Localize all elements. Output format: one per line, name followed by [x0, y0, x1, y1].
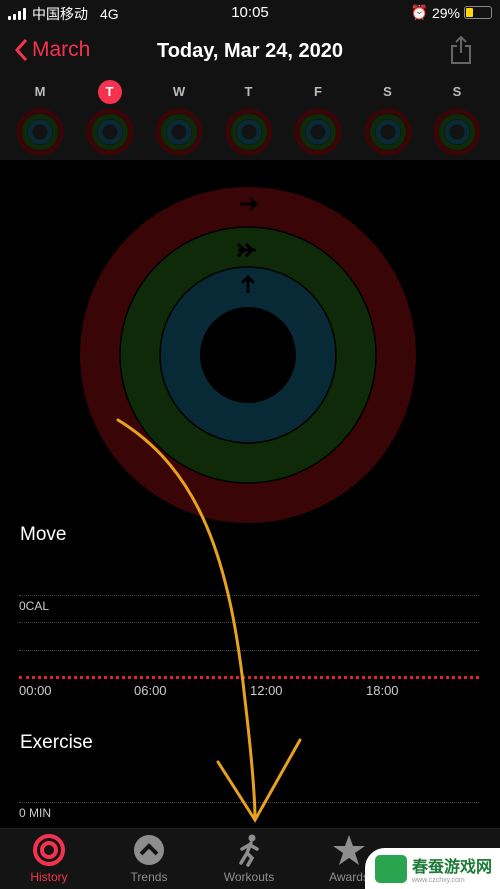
annotation-arrow: [116, 418, 302, 823]
trends-icon: [134, 835, 164, 865]
tab-label: Awards: [329, 870, 369, 884]
tab-workouts[interactable]: Workouts: [204, 833, 294, 884]
history-icon: [33, 834, 65, 866]
star-icon: [333, 835, 365, 865]
tab-history[interactable]: History: [4, 833, 94, 884]
tab-label: Trends: [130, 870, 168, 884]
tab-trends[interactable]: Trends: [104, 833, 194, 884]
watermark-logo: 春蚕游戏网 www.czchxy.com: [365, 848, 500, 889]
running-figure-icon: [239, 834, 259, 867]
tab-label: History: [30, 870, 68, 884]
tab-label: Workouts: [223, 870, 275, 884]
